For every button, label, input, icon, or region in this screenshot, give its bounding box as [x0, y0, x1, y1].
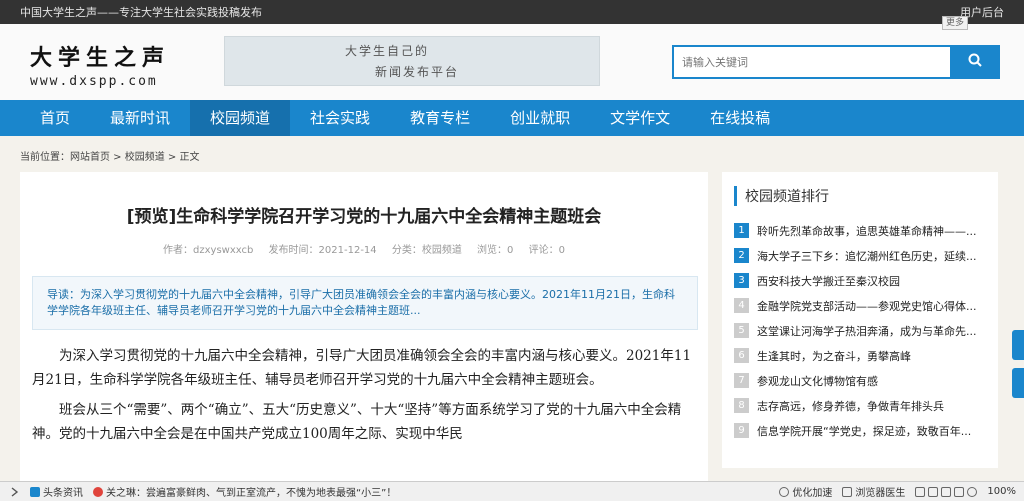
window-icon[interactable] [954, 486, 965, 497]
article-date: 发布时间：2021-12-14 [268, 245, 377, 256]
article-lead: 导读：为深入学习贯彻党的十九届六中全会精神，引导广大团员准确领会全会的丰富内涵与… [32, 276, 698, 330]
breadcrumb: 当前位置：网站首页 > 校园频道 > 正文 [20, 152, 200, 163]
zoom-icon [967, 486, 978, 497]
rank-number: 7 [734, 373, 749, 388]
shield-icon [842, 486, 853, 497]
rank-title: 海大学子三下乡：追忆潮州红色历史，延续... [757, 249, 977, 263]
doctor-label: 浏览器医生 [855, 488, 906, 499]
headline-text: 关之琳：尝遍富豪鲜肉、气到正室流产，不愧为地表最强“小三”！ [106, 488, 397, 499]
main-nav: 首页 最新时讯 校园频道 社会实践 教育专栏 创业就职 文学作文 在线投稿 [0, 100, 1024, 136]
ranking-item[interactable]: 8 志存高远，修身养德，争做青年排头兵 [734, 393, 986, 418]
article-author: 作者：dzxyswxxcb [163, 245, 254, 256]
nav-education[interactable]: 教育专栏 [390, 100, 490, 136]
rank-title: 金融学院党支部活动——参观党史馆心得体... [757, 299, 977, 313]
article-title: [预览]生命科学学院召开学习党的十九届六中全会精神主题班会 [126, 207, 602, 227]
article-body: 为深入学习贯彻党的十九届六中全会精神，引导广大团员准确领会全会的丰富内涵与核心要… [32, 344, 698, 446]
rank-number: 3 [734, 273, 749, 288]
browser-status-bar: 头条资讯 关之琳：尝遍富豪鲜肉、气到正室流产，不愧为地表最强“小三”！ 优化加速… [0, 481, 1024, 501]
site-slogan: 中国大学生之声——专注大学生社会实践投稿发布 [20, 6, 262, 19]
ranking-title: 校园频道排行 [734, 186, 986, 206]
zoom-level[interactable]: 100% [987, 486, 1016, 497]
top-bar: 中国大学生之声——专注大学生社会实践投稿发布 用户后台 [0, 0, 1024, 24]
news-feed[interactable]: 头条资讯 [30, 484, 83, 499]
article-paragraph-1: 为深入学习贯彻党的十九届六中全会精神，引导广大团员准确领会全会的丰富内涵与核心要… [32, 348, 692, 388]
sidebar-toggle[interactable] [10, 486, 20, 497]
search-input[interactable] [672, 45, 950, 79]
rank-title: 聆听先烈革命故事，追思英雄革命精神——... [757, 224, 977, 238]
article-category: 分类：校园频道 [391, 245, 462, 256]
rank-number: 5 [734, 323, 749, 338]
rank-title: 西安科技大学搬迁至秦汉校园 [757, 274, 900, 288]
headline-ticker[interactable]: 关之琳：尝遍富豪鲜肉、气到正室流产，不愧为地表最强“小三”！ [93, 484, 396, 499]
download-icon[interactable] [941, 486, 952, 497]
article-views: 浏览：0 [477, 245, 514, 256]
rank-number: 1 [734, 223, 749, 238]
nav-home[interactable]: 首页 [20, 100, 90, 136]
nav-social-practice[interactable]: 社会实践 [290, 100, 390, 136]
nav-submit[interactable]: 在线投稿 [690, 100, 790, 136]
rank-title: 参观龙山文化博物馆有感 [757, 374, 878, 388]
search-box [672, 45, 1000, 79]
ranking-item[interactable]: 9 信息学院开展“学党史，探足迹，致敬百年... [734, 418, 986, 443]
heart-icon [93, 486, 103, 497]
ranking-item[interactable]: 4 金融学院党支部活动——参观党史馆心得体... [734, 293, 986, 318]
article-comments: 评论：0 [528, 245, 565, 256]
news-label: 头条资讯 [43, 488, 83, 499]
rank-number: 2 [734, 248, 749, 263]
browser-doctor-button[interactable]: 浏览器医生 [842, 484, 905, 499]
more-tag[interactable]: 更多 [942, 16, 968, 30]
search-button[interactable] [950, 45, 1000, 79]
article: [预览]生命科学学院召开学习党的十九届六中全会精神主题班会 作者：dzxyswx… [20, 172, 708, 487]
video-icon[interactable] [928, 486, 939, 497]
header: 大学生之声 www.dxspp.com 大学生自己的 新闻发布平台 更多 [0, 16, 1024, 100]
expand-icon [11, 486, 19, 497]
rank-title: 志存高远，修身养德，争做青年排头兵 [757, 399, 944, 413]
logo-en: www.dxspp.com [30, 74, 158, 89]
campus-ranking: 校园频道排行 1 聆听先烈革命故事，追思英雄革命精神——... 2 海大学子三下乡：… [722, 172, 998, 468]
rank-number: 6 [734, 348, 749, 363]
rank-title: 信息学院开展“学党史，探足迹，致敬百年... [757, 424, 972, 438]
toolbar-icons [915, 486, 978, 497]
rank-title: 这堂课让河海学子热泪奔涌，成为与革命先... [757, 324, 977, 338]
ranking-item[interactable]: 1 聆听先烈革命故事，追思英雄革命精神——... [734, 218, 986, 243]
article-meta: 作者：dzxyswxxcb 发布时间：2021-12-14 分类：校园频道 浏览… [20, 241, 708, 256]
ranking-item[interactable]: 3 西安科技大学搬迁至秦汉校园 [734, 268, 986, 293]
banner-line-1: 大学生自己的 [345, 44, 430, 58]
rank-number: 8 [734, 398, 749, 413]
nav-latest-news[interactable]: 最新时讯 [90, 100, 190, 136]
nav-campus[interactable]: 校园频道 [190, 100, 291, 136]
site-logo[interactable]: 大学生之声 www.dxspp.com [30, 40, 170, 89]
rank-title: 生逢其时，为之奋斗，勇攀高峰 [757, 349, 911, 363]
ranking-item[interactable]: 6 生逢其时，为之奋斗，勇攀高峰 [734, 343, 986, 368]
accelerate-button[interactable]: 优化加速 [779, 484, 832, 499]
tool-icon[interactable] [915, 486, 926, 497]
header-banner[interactable]: 大学生自己的 新闻发布平台 [224, 36, 600, 86]
search-icon [968, 53, 982, 67]
ranking-item[interactable]: 2 海大学子三下乡：追忆潮州红色历史，延续... [734, 243, 986, 268]
logo-cn: 大学生之声 [30, 45, 171, 71]
rank-number: 9 [734, 423, 749, 438]
banner-line-2: 新闻发布平台 [375, 65, 460, 79]
rank-number: 4 [734, 298, 749, 313]
nav-literature[interactable]: 文学作文 [590, 100, 690, 136]
article-paragraph-2: 班会从三个“需要”、两个“确立”、五大“历史意义”、十大“坚持”等方面系统学习了… [32, 402, 682, 442]
nav-career[interactable]: 创业就职 [490, 100, 590, 136]
ranking-item[interactable]: 5 这堂课让河海学子热泪奔涌，成为与革命先... [734, 318, 986, 343]
float-side-tab[interactable] [1012, 368, 1024, 398]
speed-icon [779, 486, 790, 497]
accelerate-label: 优化加速 [792, 488, 833, 499]
ranking-item[interactable]: 7 参观龙山文化博物馆有感 [734, 368, 986, 393]
float-side-tab[interactable] [1012, 330, 1024, 360]
news-icon [30, 486, 40, 497]
